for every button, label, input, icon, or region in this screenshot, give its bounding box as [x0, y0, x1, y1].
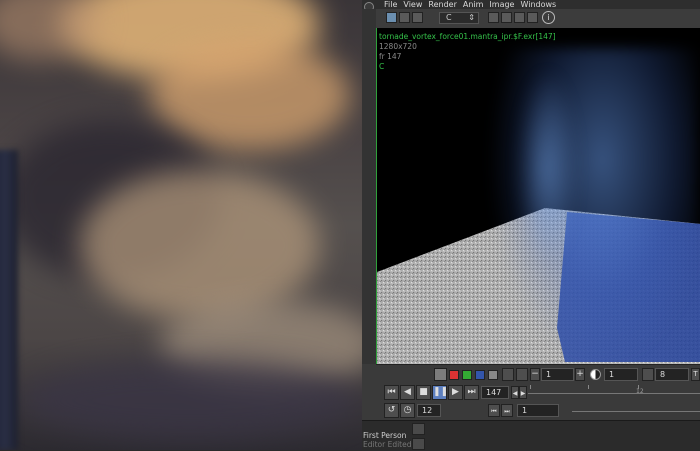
- camera-name: First Person: [363, 431, 407, 440]
- timeline-ruler[interactable]: 12: [528, 383, 700, 397]
- render-viewport[interactable]: tornade_vortex_force01.mantra_ipr.$F.exr…: [376, 28, 700, 364]
- cloud-glow: [80, 170, 320, 320]
- image-info: tornade_vortex_force01.mantra_ipr.$F.exr…: [379, 32, 556, 72]
- blue-channel-swatch[interactable]: [475, 370, 485, 380]
- side-strip: [362, 9, 377, 364]
- timeline-panel: − 1 + 1 8 T ⏮ ◀ ■ ❚❚ ▶ ⏭ 147 ◀ ▶ 12 ↺ ◷ …: [376, 364, 700, 421]
- grid-icon[interactable]: [412, 423, 425, 435]
- range-end-icon[interactable]: ⏭: [501, 404, 513, 417]
- cloud-shade: [20, 360, 360, 440]
- stop-icon[interactable]: ■: [416, 385, 431, 400]
- image-resolution: 1280x720: [379, 42, 417, 51]
- frame-up-icon[interactable]: ▶: [519, 386, 527, 399]
- green-channel-swatch[interactable]: [462, 370, 472, 380]
- render-icon[interactable]: [386, 12, 397, 23]
- bottom-bar: First Person Editor Edited: [362, 420, 700, 451]
- increment-button[interactable]: +: [575, 368, 585, 381]
- image-filename: tornade_vortex_force01.mantra_ipr.$F.exr…: [379, 32, 556, 41]
- exposure-field[interactable]: 1: [541, 368, 574, 381]
- zoom-in-icon[interactable]: [488, 12, 499, 23]
- contrast-icon[interactable]: [590, 369, 601, 380]
- pause-icon[interactable]: ❚❚: [432, 385, 448, 400]
- frame-all-icon[interactable]: [527, 12, 538, 23]
- menu-render[interactable]: Render: [428, 0, 456, 9]
- menu-anim[interactable]: Anim: [463, 0, 484, 9]
- display-icon[interactable]: [412, 12, 423, 23]
- menu-windows[interactable]: Windows: [520, 0, 556, 9]
- realtime-icon[interactable]: ◷: [400, 403, 415, 418]
- ruler-tick: [530, 385, 531, 389]
- red-channel-swatch[interactable]: [449, 370, 459, 380]
- alpha-channel-swatch[interactable]: [488, 370, 498, 380]
- snap-icon[interactable]: [412, 438, 425, 450]
- ruler-tick: [588, 385, 589, 389]
- toggle-button[interactable]: T: [691, 368, 700, 381]
- exposure-icon[interactable]: [502, 368, 514, 381]
- smoke-core: [517, 68, 577, 268]
- step-back-icon[interactable]: ◀: [400, 385, 415, 400]
- timeline-track[interactable]: [528, 393, 700, 394]
- reference-photo: [0, 0, 362, 450]
- frame-down-icon[interactable]: ◀: [511, 386, 519, 399]
- decrement-button[interactable]: −: [530, 368, 540, 381]
- menu-file[interactable]: File: [384, 0, 397, 9]
- houdini-render-view: File View Render Anim Image Windows C ⇕ …: [362, 0, 700, 451]
- cloud-highlight: [150, 40, 350, 150]
- menu-bar: File View Render Anim Image Windows: [362, 0, 700, 9]
- info-icon[interactable]: i: [542, 11, 555, 24]
- range-track[interactable]: [572, 411, 700, 412]
- current-frame-field[interactable]: 147: [481, 386, 509, 399]
- range-start-icon[interactable]: ⏮: [488, 404, 500, 417]
- tornado-funnel: [0, 150, 18, 450]
- jump-start-icon[interactable]: ⏮: [384, 385, 399, 400]
- bucket-icon[interactable]: [642, 368, 654, 381]
- gamma-icon[interactable]: [516, 368, 528, 381]
- jump-end-icon[interactable]: ⏭: [464, 385, 479, 400]
- channel-select[interactable]: C ⇕: [439, 12, 479, 24]
- render-toolbar: C ⇕ i: [376, 9, 700, 29]
- menu-image[interactable]: Image: [489, 0, 514, 9]
- chevron-down-icon: ⇕: [468, 13, 475, 22]
- step-field[interactable]: 12: [417, 404, 441, 417]
- play-icon[interactable]: ▶: [448, 385, 463, 400]
- display-icon[interactable]: [434, 368, 447, 381]
- loop-icon[interactable]: ↺: [384, 403, 399, 418]
- split-view-icon[interactable]: [399, 12, 410, 23]
- camera-sub: Editor Edited: [363, 440, 412, 449]
- channel-label: C: [379, 62, 385, 71]
- channel-value: C: [446, 13, 452, 22]
- zoom-out-icon[interactable]: [501, 12, 512, 23]
- frame-label: fr 147: [379, 52, 402, 61]
- menu-view[interactable]: View: [403, 0, 422, 9]
- gamma-field[interactable]: 1: [604, 368, 638, 381]
- home-icon[interactable]: [514, 12, 525, 23]
- bucket-size-field[interactable]: 8: [655, 368, 689, 381]
- start-frame-field[interactable]: 1: [517, 404, 559, 417]
- camera-label: First Person Editor Edited: [363, 431, 411, 449]
